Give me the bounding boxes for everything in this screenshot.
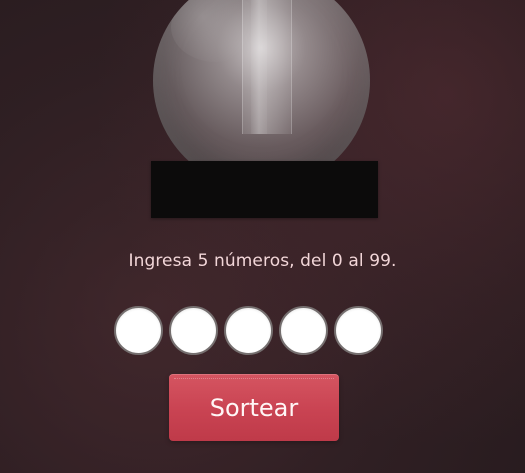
number-input-2[interactable] (169, 306, 218, 355)
number-input-5[interactable] (334, 306, 383, 355)
number-input-4[interactable] (279, 306, 328, 355)
lottery-machine-base (151, 161, 378, 218)
lottery-machine (0, 0, 525, 230)
instruction-text: Ingresa 5 números, del 0 al 99. (128, 251, 397, 271)
number-input-3[interactable] (224, 306, 273, 355)
number-inputs-group (114, 306, 396, 360)
draw-button[interactable]: Sortear (169, 374, 339, 441)
number-input-1[interactable] (114, 306, 163, 355)
